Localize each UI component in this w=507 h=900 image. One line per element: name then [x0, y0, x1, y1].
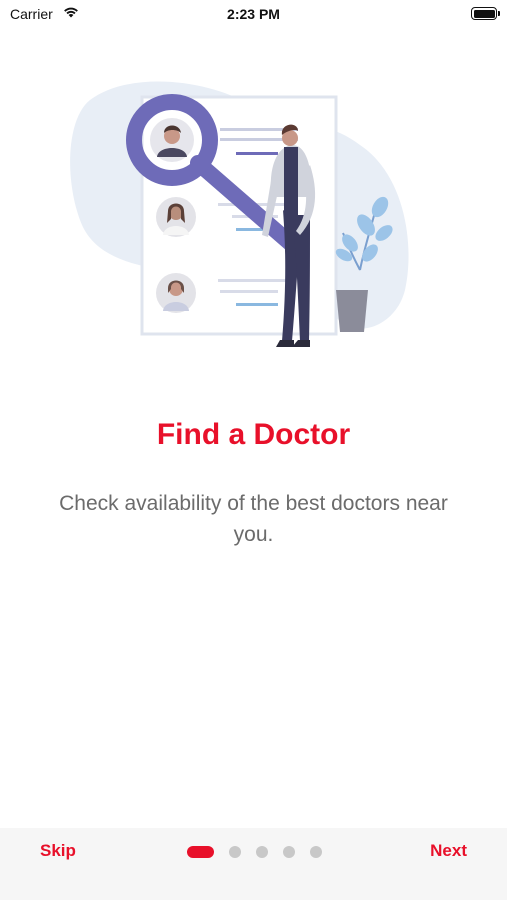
page-dot[interactable]	[256, 846, 268, 858]
page-dot-active[interactable]	[187, 846, 214, 858]
next-button[interactable]: Next	[430, 841, 467, 861]
status-time: 2:23 PM	[227, 6, 280, 22]
doctor-search-illustration	[70, 81, 409, 347]
status-bar: Carrier 2:23 PM	[0, 0, 507, 28]
page-dot[interactable]	[229, 846, 241, 858]
page-dot[interactable]	[283, 846, 295, 858]
doctor-avatar-2	[156, 197, 196, 237]
page-indicator[interactable]	[187, 846, 337, 858]
doctor-avatar-3	[156, 273, 196, 313]
battery-icon	[471, 7, 500, 20]
skip-button[interactable]: Skip	[40, 841, 76, 861]
page-dot[interactable]	[310, 846, 322, 858]
onboarding-footer: Skip Next	[0, 828, 507, 900]
onboarding-title: Find a Doctor	[156, 418, 351, 451]
onboarding-subtitle: Check availability of the best doctors n…	[59, 492, 448, 546]
